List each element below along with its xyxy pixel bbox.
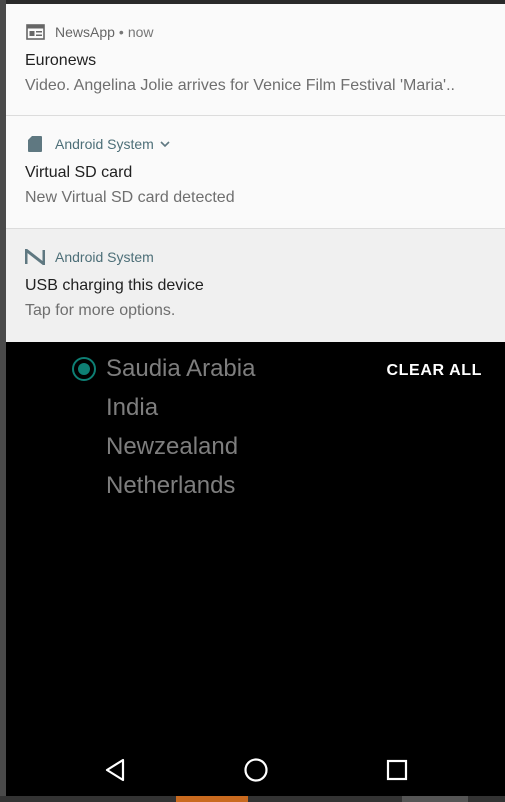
chevron-down-icon[interactable]: [160, 140, 170, 148]
radio-button-selected[interactable]: [72, 356, 96, 381]
notification-time: now: [127, 24, 154, 40]
separator: •: [118, 24, 124, 40]
navigation-bar: [6, 740, 505, 796]
back-triangle-icon[interactable]: [102, 757, 128, 783]
radio-option[interactable]: Newzealand: [72, 427, 255, 466]
recents-square-icon[interactable]: [384, 757, 410, 783]
bottom-strip: [0, 796, 505, 802]
radio-label: Netherlands: [106, 471, 236, 499]
notification-title: Euronews: [25, 52, 97, 69]
app-name: NewsApp: [55, 24, 115, 40]
notification-header: Android System: [25, 247, 154, 267]
radio-label: Saudia Arabia: [106, 354, 256, 382]
notification-body: Video. Angelina Jolie arrives for Venice…: [25, 77, 455, 94]
notification-usb-charging[interactable]: Android System USB charging this device …: [6, 229, 505, 342]
app-name: Android System: [55, 249, 154, 265]
notification-title: Virtual SD card: [25, 164, 133, 181]
notification-header: NewsApp • now: [25, 22, 154, 42]
notification-newsapp[interactable]: NewsApp • now Euronews Video. Angelina J…: [6, 4, 505, 116]
notification-shade: NewsApp • now Euronews Video. Angelina J…: [6, 0, 505, 342]
country-radio-list: Saudia Arabia India Newzealand Netherlan…: [72, 349, 255, 505]
clear-all-button[interactable]: CLEAR ALL: [387, 362, 482, 380]
app-name: Android System: [55, 136, 154, 152]
sd-card-icon: [25, 135, 45, 153]
notification-header: Android System: [25, 134, 170, 154]
notification-body: Tap for more options.: [25, 302, 176, 319]
radio-option[interactable]: Saudia Arabia: [72, 349, 255, 388]
notification-body: New Virtual SD card detected: [25, 189, 235, 206]
radio-option[interactable]: Netherlands: [72, 466, 255, 505]
home-circle-icon[interactable]: [243, 757, 269, 783]
radio-label: Newzealand: [106, 432, 239, 460]
screen: NewsApp • now Euronews Video. Angelina J…: [6, 0, 505, 796]
notification-title: USB charging this device: [25, 277, 204, 294]
notification-sd-card[interactable]: Android System Virtual SD card New Virtu…: [6, 116, 505, 229]
radio-label: India: [106, 393, 159, 421]
android-n-icon: [25, 248, 45, 266]
radio-option[interactable]: India: [72, 388, 255, 427]
newspaper-icon: [25, 23, 45, 41]
